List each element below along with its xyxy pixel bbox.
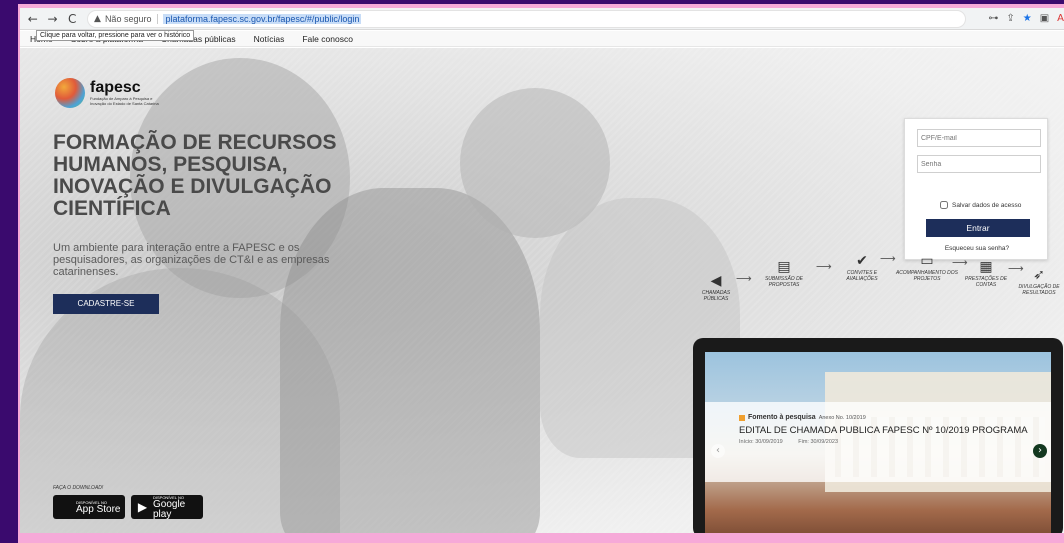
back-button-tooltip: Clique para voltar, pressione para ver o… — [36, 30, 195, 41]
forward-arrow-icon[interactable]: → — [46, 12, 60, 26]
process-flow: ◀ CHAMADAS PÚBLICAS ⟶ ▤ SUBMISSÃO DE PRO… — [696, 252, 1064, 318]
bookmark-star-icon[interactable]: ★ — [1023, 13, 1032, 24]
app-store-text: DISPONÍVEL NO App Store — [76, 500, 120, 515]
flow-step-label: CHAMADAS PÚBLICAS — [701, 290, 731, 302]
google-play-icon: ▶ — [137, 500, 148, 514]
arrow-icon: ⟶ — [816, 260, 832, 273]
warning-icon[interactable]: ▲ — [94, 14, 101, 24]
news-category: Fomento à pesquisa — [748, 414, 816, 421]
logo-text: fapesc Fundação de Amparo à Pesquisa e I… — [90, 79, 160, 107]
fapesc-logo[interactable]: fapesc Fundação de Amparo à Pesquisa e I… — [55, 78, 160, 108]
news-start-date: Início: 30/09/2019 — [739, 439, 783, 445]
share-icon[interactable]: ⇪ — [1006, 13, 1014, 24]
category-square-icon — [739, 414, 745, 421]
flow-step: ▤ SUBMISSÃO DE PROPOSTAS — [754, 258, 814, 288]
save-credentials[interactable]: Salvar dados de acesso — [940, 201, 1021, 209]
google-play-badge[interactable]: ▶ DISPONÍVEL NO Google play — [131, 495, 203, 519]
news-carousel[interactable]: Fomento à pesquisa Anexo No. 10/2019 EDI… — [705, 352, 1051, 533]
browser-toolbar: ← → C ▲ Não seguro plataforma.fapesc.sc.… — [20, 8, 1064, 30]
arrow-icon: ⟶ — [736, 272, 752, 285]
cpf-email-input[interactable] — [917, 129, 1041, 147]
carousel-prev-icon[interactable]: ‹ — [711, 444, 725, 458]
megaphone-icon: ◀ — [710, 273, 722, 289]
logo-name: fapesc — [90, 79, 141, 96]
download-label: FAÇA O DOWNLOAD! — [53, 485, 104, 491]
password-input[interactable] — [917, 155, 1041, 173]
news-tag: Fomento à pesquisa Anexo No. 10/2019 — [739, 414, 866, 421]
login-card: Salvar dados de acesso Entrar Esqueceu s… — [904, 118, 1048, 260]
nav-contact[interactable]: Fale conosco — [302, 34, 353, 44]
toolbar-actions: ⊶ ⇪ ★ ▣ A — [988, 13, 1064, 24]
app-store-big: App Store — [76, 503, 121, 515]
flow-step: ◀ CHAMADAS PÚBLICAS — [696, 272, 736, 302]
paper-plane-icon: ➶ — [1033, 267, 1045, 283]
flow-step-label: PRESTAÇÕES DE CONTAS — [964, 276, 1008, 288]
nav-news[interactable]: Notícias — [254, 34, 285, 44]
calculator-icon: ▦ — [979, 259, 993, 275]
document-icon: ▤ — [777, 259, 791, 275]
flow-step: ▦ PRESTAÇÕES DE CONTAS — [962, 258, 1010, 288]
address-bar[interactable]: ▲ Não seguro plataforma.fapesc.sc.gov.br… — [87, 9, 967, 28]
tablet-mockup: Fomento à pesquisa Anexo No. 10/2019 EDI… — [693, 338, 1063, 533]
extension-icon[interactable]: A — [1057, 13, 1064, 24]
news-annex: Anexo No. 10/2019 — [818, 414, 866, 421]
save-credentials-label: Salvar dados de acesso — [952, 201, 1022, 209]
save-credentials-checkbox[interactable] — [940, 201, 948, 209]
google-play-big: Google play — [152, 498, 186, 520]
news-end-date: Fim: 30/09/2023 — [798, 439, 839, 445]
flow-step-label: ACOMPANHAMENTO DOS PROJETOS — [895, 270, 959, 282]
key-icon[interactable]: ⊶ — [988, 13, 998, 24]
carousel-next-icon[interactable]: › — [1033, 444, 1047, 458]
reload-icon[interactable]: C — [65, 12, 79, 26]
google-play-text: DISPONÍVEL NO Google play — [153, 495, 203, 520]
flow-step-label: DIVULGAÇÃO DE RESULTADOS — [1018, 284, 1060, 296]
login-button[interactable]: Entrar — [926, 219, 1030, 237]
security-status[interactable]: Não seguro — [105, 13, 159, 24]
brain-logo-icon — [55, 78, 85, 108]
hero-section: fapesc Fundação de Amparo à Pesquisa e I… — [20, 48, 1064, 533]
signup-button[interactable]: CADASTRE-SE — [53, 294, 159, 314]
sidebar-icon[interactable]: ▣ — [1040, 13, 1049, 24]
hero-subtext: Um ambiente para interação entre a FAPES… — [53, 242, 330, 278]
flow-step-label: CONVITES E AVALIAÇÕES — [846, 270, 878, 282]
flow-step-label: SUBMISSÃO DE PROPOSTAS — [764, 276, 804, 288]
back-arrow-icon[interactable]: ← — [26, 12, 40, 26]
forgot-password-link[interactable]: Esqueceu sua senha? — [905, 245, 1049, 252]
app-store-badge[interactable]: DISPONÍVEL NO App Store — [53, 495, 125, 519]
browser-window: ← → C ▲ Não seguro plataforma.fapesc.sc.… — [20, 8, 1064, 533]
flow-step: ➶ DIVULGAÇÃO DE RESULTADOS — [1016, 266, 1062, 296]
news-title[interactable]: EDITAL DE CHAMADA PUBLICA FAPESC Nº 10/2… — [739, 425, 1039, 436]
logo-subtitle: Fundação de Amparo à Pesquisa e Inovação… — [90, 96, 159, 106]
news-dates: Início: 30/09/2019 Fim: 30/09/2023 — [739, 439, 852, 445]
hero-headline: FORMAÇÃO DE RECURSOS HUMANOS, PESQUISA, … — [53, 131, 337, 220]
url-text[interactable]: plataforma.fapesc.sc.gov.br/fapesc/#/pub… — [163, 13, 362, 24]
